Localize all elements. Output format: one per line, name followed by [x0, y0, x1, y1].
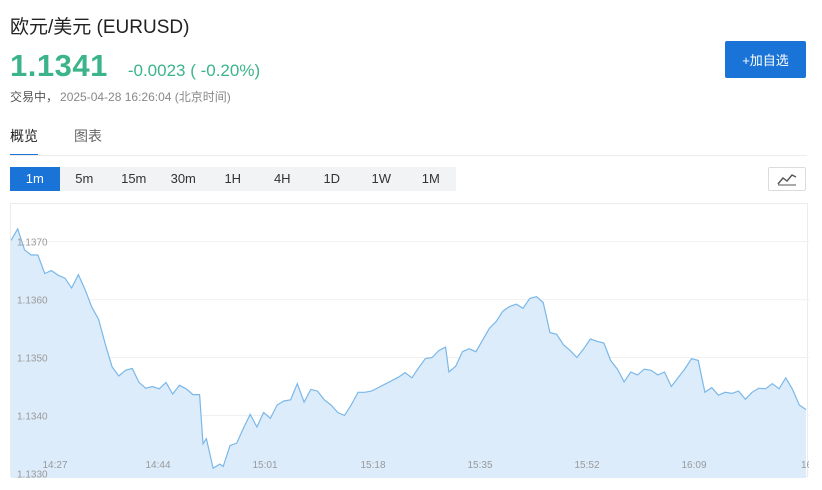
x-tick-label: 15:52	[574, 460, 599, 471]
current-price: 1.1341	[10, 48, 108, 83]
x-tick-label: 16:09	[681, 460, 706, 471]
interval-1h[interactable]: 1H	[208, 167, 258, 191]
y-tick-label: 1.1350	[17, 354, 48, 365]
x-tick-label: 14:44	[145, 460, 170, 471]
price-chart[interactable]: 1.1370 1.1360 1.1350 1.1340 1.1330 14:27 14:44…	[10, 203, 809, 478]
y-tick-label: 1.1340	[17, 411, 48, 422]
interval-30m[interactable]: 30m	[159, 167, 209, 191]
interval-4h[interactable]: 4H	[258, 167, 308, 191]
tab-overview[interactable]: 概览	[10, 126, 38, 156]
instrument-title: 欧元/美元 (EURUSD)	[10, 17, 190, 38]
trading-status: 交易中， 2025-04-28 16:26:04 (北京时间)	[10, 88, 231, 105]
x-tick-label: 15:35	[467, 460, 492, 471]
interval-1mo[interactable]: 1M	[406, 167, 456, 191]
add-watchlist-button[interactable]: +加自选	[725, 41, 806, 78]
price-row: 1.1341 -0.0023 ( -0.20%)	[10, 48, 260, 84]
chart-type-button[interactable]	[768, 167, 806, 191]
tab-chart[interactable]: 图表	[74, 126, 102, 156]
interval-1d[interactable]: 1D	[307, 167, 357, 191]
price-change: -0.0023 ( -0.20%)	[127, 61, 261, 80]
y-tick-label: 1.1360	[17, 296, 48, 307]
y-tick-label: 1.1370	[17, 238, 48, 249]
update-timestamp: 2025-04-28 16:26:04 (北京时间)	[60, 90, 231, 104]
interval-selector: 1m 5m 15m 30m 1H 4H 1D 1W 1M	[10, 167, 456, 191]
interval-15m[interactable]: 15m	[109, 167, 159, 191]
x-tick-label: 15:01	[252, 460, 277, 471]
tab-divider	[10, 155, 807, 156]
x-tick-label: 15:18	[360, 460, 385, 471]
x-tick-label: 16:2	[801, 460, 809, 471]
price-area	[11, 228, 806, 478]
chart-svg: 1.13701.13601.13501.13401.133014:27 14:44…	[11, 227, 809, 478]
interval-1w[interactable]: 1W	[357, 167, 407, 191]
x-tick-label: 14:27	[42, 460, 67, 471]
line-chart-icon	[777, 174, 797, 186]
status-label: 交易中，	[10, 90, 59, 104]
interval-5m[interactable]: 5m	[60, 167, 110, 191]
interval-1m[interactable]: 1m	[10, 167, 60, 191]
tab-bar: 概览 图表	[10, 126, 102, 156]
